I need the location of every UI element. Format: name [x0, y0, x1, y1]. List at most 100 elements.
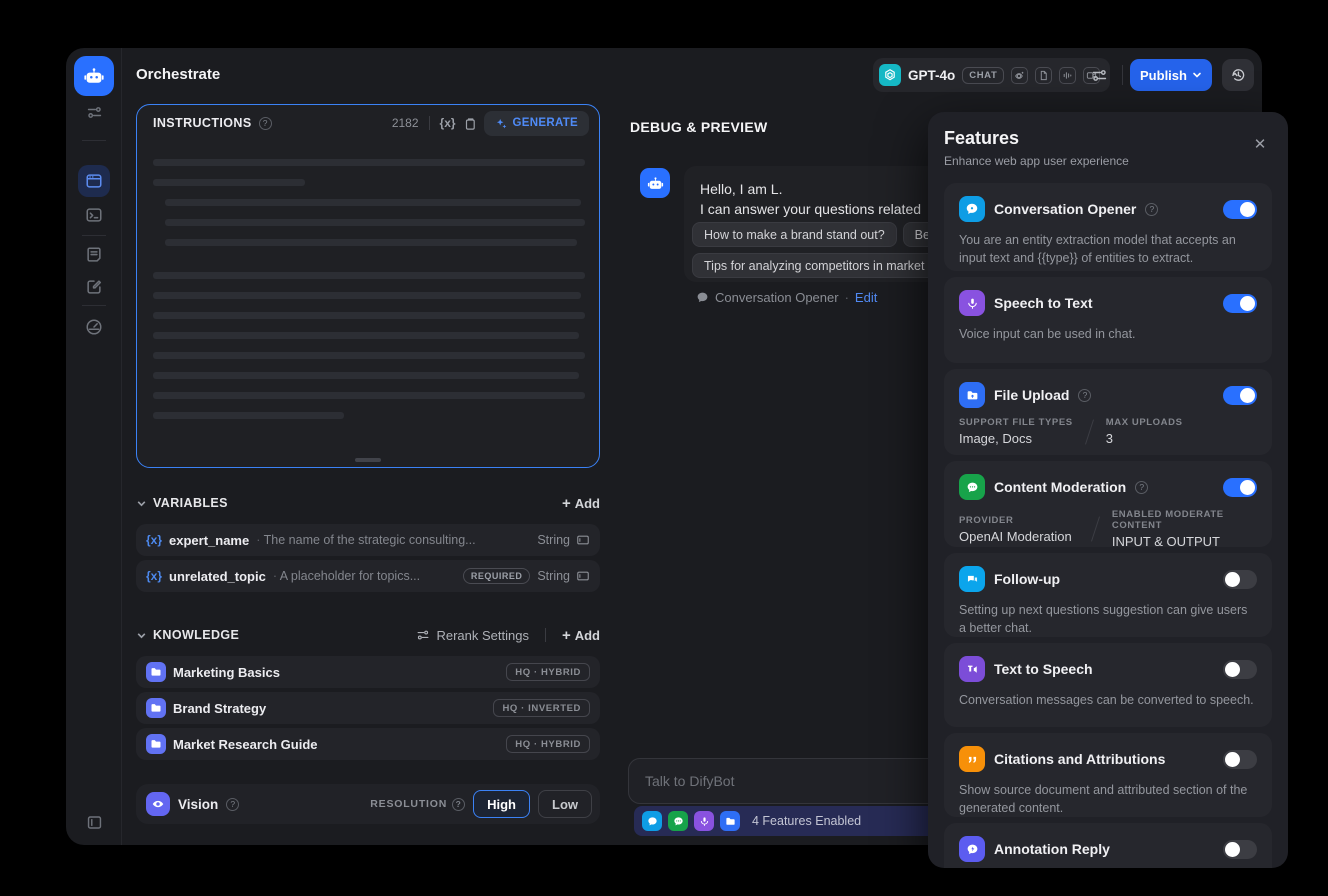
sidebar-item-terminal[interactable] — [78, 199, 110, 231]
insert-variable-icon[interactable]: {x} — [440, 116, 456, 130]
history-icon — [1232, 69, 1245, 81]
citations-toggle[interactable] — [1223, 749, 1257, 769]
knowledge-row[interactable]: Brand Strategy HQ · INVERTED — [136, 692, 600, 724]
feature-description: Show source document and attributed sect… — [959, 783, 1248, 816]
feature-field: PROVIDER OpenAI Moderation — [959, 515, 1079, 544]
content-moderation-toggle[interactable] — [1223, 477, 1257, 497]
variables-section-header: VARIABLES + Add — [136, 494, 600, 512]
variable-token-icon: {x} — [146, 533, 163, 547]
file-upload-toggle[interactable] — [1223, 385, 1257, 405]
generate-label: GENERATE — [512, 117, 578, 129]
variable-row[interactable]: {x} unrelated_topic A placeholder for to… — [136, 560, 600, 592]
rerank-label: Rerank Settings — [436, 627, 529, 643]
required-badge: REQUIRED — [462, 568, 531, 584]
edit-opener-button[interactable]: Edit — [855, 290, 877, 305]
info-icon[interactable]: ? — [1135, 480, 1149, 494]
collapse-sidebar-icon[interactable] — [78, 806, 110, 838]
chevron-down-icon[interactable] — [136, 498, 147, 509]
info-icon[interactable]: ? — [258, 116, 272, 130]
model-name: GPT-4o — [908, 67, 956, 83]
follow-up-toggle[interactable] — [1223, 569, 1257, 589]
annotation-reply-icon — [959, 836, 985, 862]
chevron-down-icon — [1193, 72, 1201, 78]
page-title: Orchestrate — [136, 66, 221, 83]
instructions-panel[interactable]: INSTRUCTIONS ? 2182 {x} GENERATE — [136, 104, 600, 468]
knowledge-row[interactable]: Marketing Basics HQ · HYBRID — [136, 656, 600, 688]
add-variable-button[interactable]: + Add — [562, 495, 600, 512]
sidebar-item-annotations[interactable] — [78, 271, 110, 303]
publish-button[interactable]: Publish — [1130, 59, 1212, 91]
document-icon — [1035, 66, 1053, 84]
feature-field: SUPPORT FILE TYPES Image, Docs — [959, 417, 1073, 446]
feature-name: Citations and Attributions — [994, 751, 1166, 767]
skeleton-text-line — [165, 219, 585, 226]
feature-card-follow-up: Follow-up Setting up next questions sugg… — [944, 553, 1272, 637]
info-icon[interactable]: ? — [452, 797, 466, 811]
preferences-sliders-icon[interactable] — [78, 96, 110, 128]
screen: { "header": { "title": "Orchestrate", "m… — [0, 0, 1328, 896]
sidebar-item-orchestrate[interactable] — [78, 165, 110, 197]
close-icon[interactable]: ✕ — [1248, 132, 1272, 156]
conversation-opener-icon — [642, 811, 662, 831]
features-title: Features — [944, 128, 1020, 148]
input-field-icon[interactable] — [576, 533, 590, 547]
resize-handle[interactable] — [355, 458, 381, 462]
feature-name: File Upload — [994, 387, 1070, 403]
feature-card-citations: Citations and Attributions Show source d… — [944, 733, 1272, 817]
text-to-speech-toggle[interactable] — [1223, 659, 1257, 679]
info-icon[interactable]: ? — [226, 797, 240, 811]
copy-icon[interactable] — [463, 116, 477, 131]
model-selector[interactable]: GPT-4o CHAT — [873, 58, 1111, 92]
conversation-opener-toggle[interactable] — [1223, 199, 1257, 219]
skeleton-text-line — [153, 392, 585, 399]
resolution-high-button[interactable]: High — [473, 790, 530, 818]
skeleton-text-line — [165, 239, 577, 246]
field-divider — [1084, 418, 1094, 445]
info-icon[interactable]: ? — [1078, 388, 1092, 402]
variable-name: unrelated_topic — [169, 568, 266, 584]
header-divider — [428, 116, 430, 130]
skeleton-text-line — [153, 372, 579, 379]
feature-name: Conversation Opener — [994, 201, 1137, 217]
feature-cards: Conversation Opener ? You are an entity … — [944, 183, 1272, 868]
chat-bubble-icon — [697, 292, 708, 303]
variable-row[interactable]: {x} expert_name The name of the strategi… — [136, 524, 600, 556]
info-icon[interactable]: ? — [1145, 202, 1159, 216]
knowledge-section-header: KNOWLEDGE Rerank Settings + Add — [136, 626, 600, 644]
history-button[interactable] — [1222, 59, 1254, 91]
variables-label: VARIABLES — [153, 496, 228, 510]
skeleton-text-line — [165, 199, 581, 206]
model-parameters-icon[interactable] — [1083, 59, 1115, 91]
annotation-reply-toggle[interactable] — [1223, 839, 1257, 859]
sidebar-divider — [82, 305, 106, 306]
knowledge-badge: HQ · HYBRID — [506, 663, 590, 681]
sidebar-item-logs[interactable] — [78, 239, 110, 271]
header-divider — [1122, 65, 1123, 85]
feature-card-speech-to-text: Speech to Text Voice input can be used i… — [944, 277, 1272, 363]
features-panel: Features Enhance web app user experience… — [928, 112, 1288, 868]
field-value: Image, Docs — [959, 431, 1032, 446]
resolution-low-button[interactable]: Low — [538, 790, 592, 818]
suggested-question-chip[interactable]: How to make a brand stand out? — [692, 222, 897, 247]
conversation-opener-row: Conversation Opener · Edit — [696, 290, 877, 305]
speech-to-text-toggle[interactable] — [1223, 293, 1257, 313]
knowledge-row[interactable]: Market Research Guide HQ · HYBRID — [136, 728, 600, 760]
generate-button[interactable]: GENERATE — [483, 110, 589, 136]
app-logo-robot[interactable] — [74, 56, 114, 96]
feature-name: Content Moderation — [994, 479, 1127, 495]
skeleton-text-line — [153, 412, 344, 419]
sidebar-item-monitoring[interactable] — [78, 311, 110, 343]
text-to-speech-icon — [959, 656, 985, 682]
add-knowledge-button[interactable]: + Add — [562, 627, 600, 644]
suggested-question-chip[interactable]: Tips for analyzing competitors in market — [692, 253, 937, 278]
skeleton-text-line — [153, 272, 585, 279]
opener-label: Conversation Opener — [715, 290, 839, 305]
file-upload-icon — [720, 811, 740, 831]
skeleton-text-line — [153, 312, 585, 319]
content-moderation-icon — [668, 811, 688, 831]
chevron-down-icon[interactable] — [136, 630, 147, 641]
feature-name: Text to Speech — [994, 661, 1093, 677]
input-field-icon[interactable] — [576, 569, 590, 583]
speech-to-text-icon — [694, 811, 714, 831]
rerank-settings-button[interactable]: Rerank Settings — [416, 628, 529, 643]
